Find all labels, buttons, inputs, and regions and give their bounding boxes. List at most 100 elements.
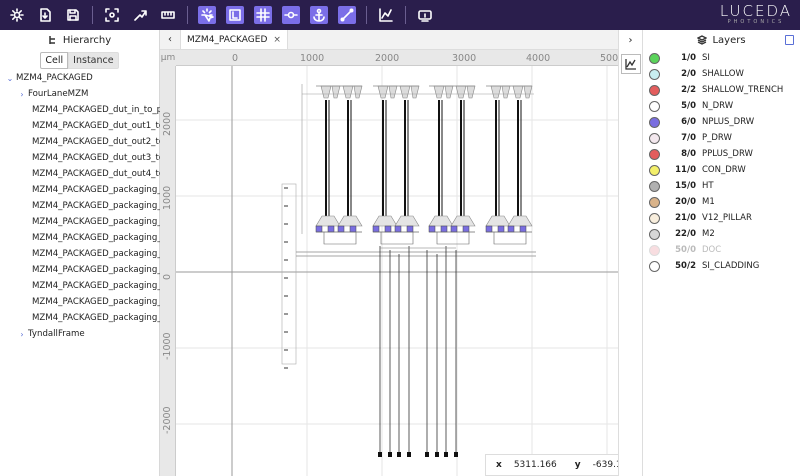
- tree-item[interactable]: MZM4_PACKAGED_packaging_...: [0, 278, 160, 294]
- layer-row[interactable]: 1/0 SI: [643, 50, 800, 66]
- layer-visibility-toggle[interactable]: [649, 100, 660, 112]
- layer-name: P_DRW: [702, 133, 732, 143]
- layout-viewer[interactable]: 0 1000 2000 3000 4000 5000 2000 1000 0 -1000 -200…: [160, 50, 618, 476]
- layer-row[interactable]: 7/0 P_DRW: [643, 130, 800, 146]
- cell-toggle-button[interactable]: Cell: [40, 52, 69, 69]
- layer-row[interactable]: 21/0 V12_PILLAR: [643, 210, 800, 226]
- tree-item[interactable]: MZM4_PACKAGED_packaging_...: [0, 262, 160, 278]
- layer-visibility-toggle[interactable]: [649, 164, 660, 176]
- layout-canvas[interactable]: [176, 66, 618, 476]
- waveguide-button[interactable]: [338, 6, 356, 24]
- label-button[interactable]: [226, 6, 244, 24]
- tree-item[interactable]: MZM4_PACKAGED_dut_out3_to...: [0, 150, 160, 166]
- layer-row[interactable]: 22/0 M2: [643, 226, 800, 242]
- close-icon[interactable]: ×: [273, 35, 281, 45]
- tree-item[interactable]: MZM4_PACKAGED_packaging_...: [0, 246, 160, 262]
- chart-panel-button[interactable]: [621, 54, 641, 74]
- tree-item[interactable]: MZM4_PACKAGED_packaging_...: [0, 294, 160, 310]
- hierarchy-icon: [49, 36, 55, 44]
- layer-name: DOC: [702, 245, 722, 255]
- layer-row[interactable]: 2/0 SHALLOW: [643, 66, 800, 82]
- layer-visibility-toggle[interactable]: [649, 244, 660, 256]
- grating-coupler: [466, 85, 476, 99]
- layer-number: 22/0: [675, 229, 696, 239]
- nplus-pad: [519, 225, 527, 233]
- collapse-right-icon[interactable]: ›: [619, 30, 642, 50]
- route-button[interactable]: [131, 6, 149, 24]
- layer-name: N_DRW: [702, 101, 734, 111]
- collapse-left-icon[interactable]: ‹: [160, 30, 180, 49]
- chevron-down-icon[interactable]: ⌄: [4, 74, 16, 83]
- layer-row[interactable]: 20/0 M1: [643, 194, 800, 210]
- grating-coupler: [410, 85, 420, 99]
- settings-button[interactable]: [8, 6, 26, 24]
- layer-visibility-toggle[interactable]: [649, 68, 660, 80]
- tree-item[interactable]: MZM4_PACKAGED_packaging_...: [0, 198, 160, 214]
- grating-coupler: [342, 85, 354, 99]
- routing: [436, 232, 470, 245]
- layer-visibility-toggle[interactable]: [649, 84, 660, 96]
- tree-item[interactable]: MZM4_PACKAGED_dut_in_to_p...: [0, 102, 160, 118]
- layer-visibility-toggle[interactable]: [649, 228, 660, 240]
- screenshot-button[interactable]: [416, 6, 434, 24]
- ruler-y-tick: 0: [162, 273, 173, 280]
- output-pad: [407, 452, 411, 457]
- chevron-right-icon[interactable]: ›: [16, 330, 28, 339]
- tree-item[interactable]: › FourLaneMZM: [0, 86, 160, 102]
- layer-visibility-toggle[interactable]: [649, 212, 660, 224]
- focus-button[interactable]: [103, 6, 121, 24]
- chart-button[interactable]: [377, 6, 395, 24]
- nplus-pad: [497, 225, 505, 233]
- layer-visibility-toggle[interactable]: [649, 132, 660, 144]
- grating-coupler: [388, 85, 398, 99]
- anchor-button[interactable]: [310, 6, 328, 24]
- layer-row[interactable]: 15/0 HT: [643, 178, 800, 194]
- hierarchy-title: Hierarchy: [62, 34, 112, 46]
- nplus-pad: [485, 225, 493, 233]
- layer-row[interactable]: 50/2 SI_CLADDING: [643, 258, 800, 274]
- save-button[interactable]: [64, 6, 82, 24]
- tree-item-label: MZM4_PACKAGED_dut_out1_to...: [32, 121, 160, 131]
- settings-icon: [10, 8, 24, 22]
- grating-coupler: [320, 85, 332, 99]
- output-pad: [435, 452, 439, 457]
- layer-row[interactable]: 5/0 N_DRW: [643, 98, 800, 114]
- grid-button[interactable]: [254, 6, 272, 24]
- tab-mzm4-packaged[interactable]: MZM4_PACKAGED ×: [180, 30, 288, 49]
- layer-visibility-toggle[interactable]: [649, 260, 660, 272]
- chevron-right-icon[interactable]: ›: [16, 90, 28, 99]
- tree-item[interactable]: MZM4_PACKAGED_packaging_...: [0, 214, 160, 230]
- tree-item[interactable]: MZM4_PACKAGED_dut_out1_to...: [0, 118, 160, 134]
- import-button[interactable]: [36, 6, 54, 24]
- layer-visibility-toggle[interactable]: [649, 180, 660, 192]
- tree-root[interactable]: ⌄ MZM4_PACKAGED: [0, 70, 160, 86]
- tree-item-label: MZM4_PACKAGED_dut_out3_to...: [32, 153, 160, 163]
- tree-item[interactable]: MZM4_PACKAGED_dut_out2_to...: [0, 134, 160, 150]
- layer-row[interactable]: 50/0 DOC: [643, 242, 800, 258]
- highlight-button[interactable]: [198, 6, 216, 24]
- tree-item[interactable]: MZM4_PACKAGED_packaging_...: [0, 310, 160, 326]
- layer-row[interactable]: 11/0 CON_DRW: [643, 162, 800, 178]
- tree-item-label: MZM4_PACKAGED_packaging_...: [32, 185, 160, 195]
- ruler-button[interactable]: [159, 6, 177, 24]
- layer-row[interactable]: 2/2 SHALLOW_TRENCH: [643, 82, 800, 98]
- instance-toggle-button[interactable]: Instance: [68, 52, 119, 69]
- layer-visibility-toggle[interactable]: [649, 116, 660, 128]
- import-icon: [40, 8, 51, 22]
- layer-visibility-toggle[interactable]: [649, 52, 660, 64]
- nplus-pad: [315, 225, 323, 233]
- tree-item-label: MZM4_PACKAGED_packaging_...: [32, 201, 160, 211]
- tree-item[interactable]: MZM4_PACKAGED_dut_out4_to...: [0, 166, 160, 182]
- tree-item[interactable]: MZM4_PACKAGED_packaging_...: [0, 230, 160, 246]
- layer-visibility-toggle[interactable]: [649, 196, 660, 208]
- toolbar-separator: [405, 6, 406, 24]
- layer-visibility-toggle[interactable]: [649, 148, 660, 160]
- tree-item-label: MZM4_PACKAGED_packaging_...: [32, 265, 160, 275]
- export-icon[interactable]: [785, 35, 794, 45]
- layer-row[interactable]: 6/0 NPLUS_DRW: [643, 114, 800, 130]
- tree-item[interactable]: › TyndallFrame: [0, 326, 160, 342]
- layer-name: NPLUS_DRW: [702, 117, 755, 127]
- tree-item[interactable]: MZM4_PACKAGED_packaging_...: [0, 182, 160, 198]
- port-button[interactable]: [282, 6, 300, 24]
- layer-row[interactable]: 8/0 PPLUS_DRW: [643, 146, 800, 162]
